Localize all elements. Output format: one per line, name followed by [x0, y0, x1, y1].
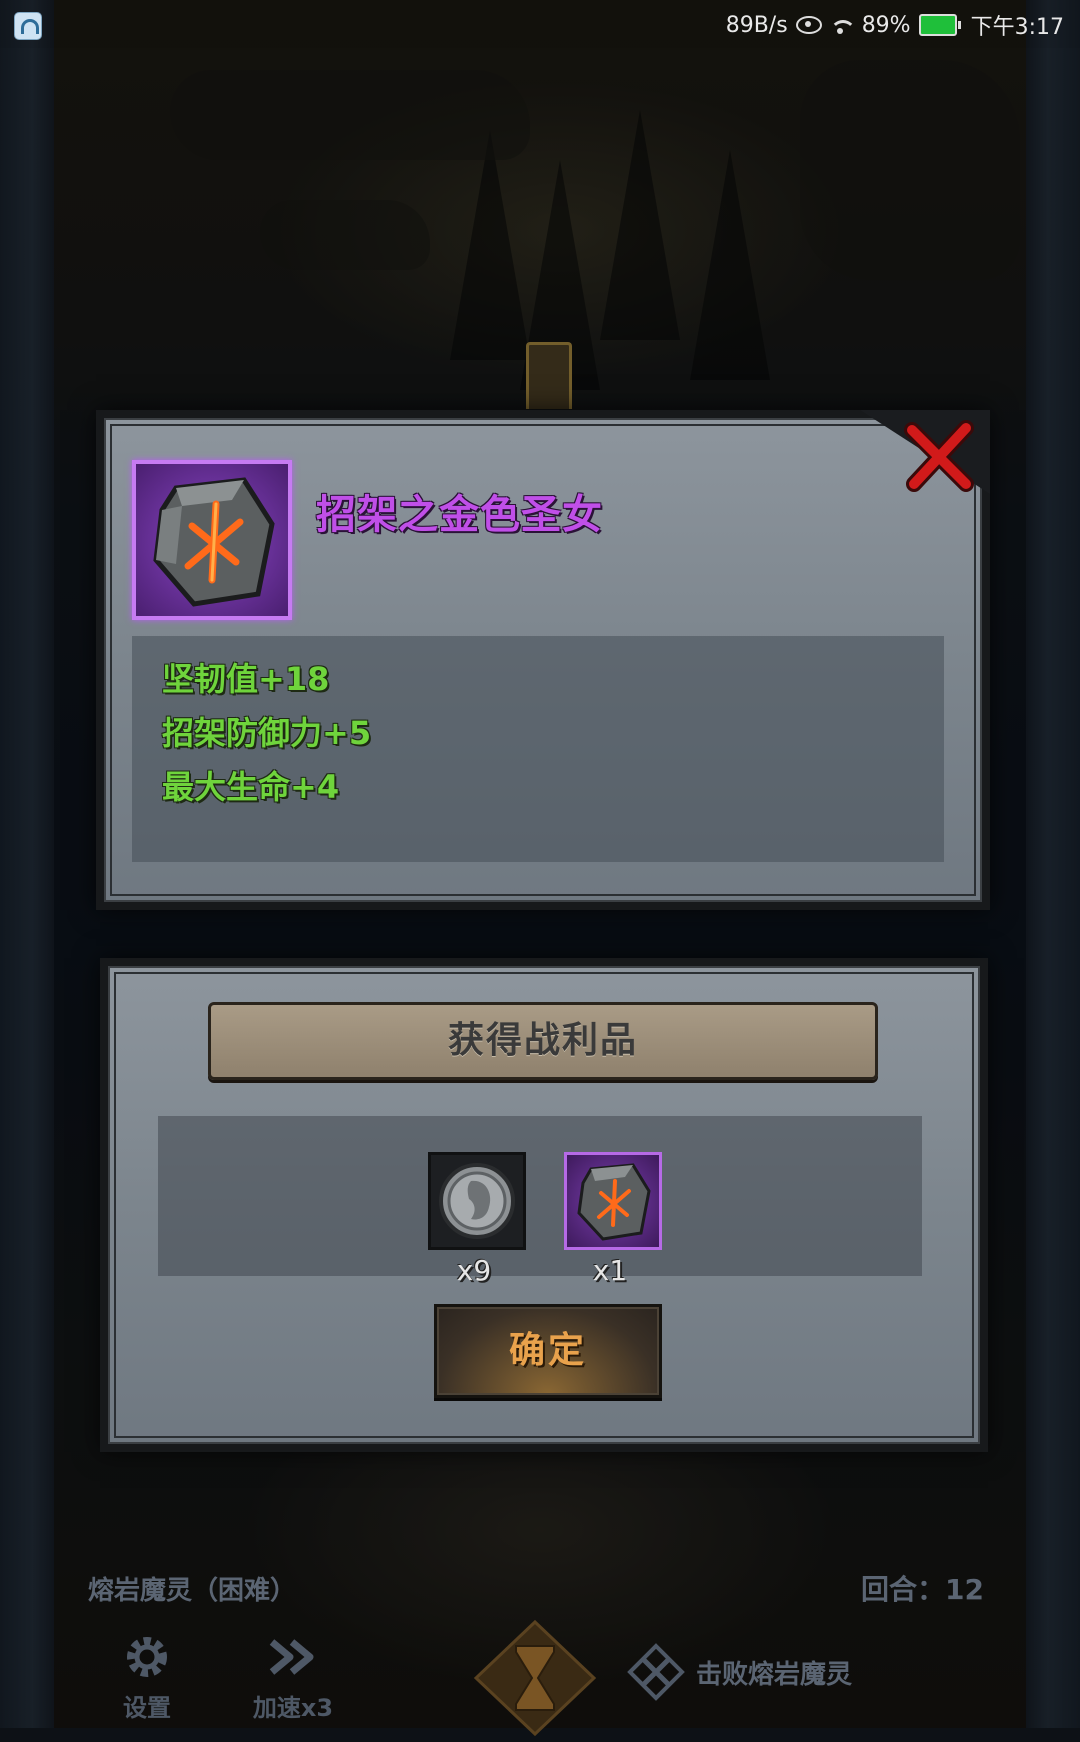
loot-slot-rune[interactable] — [564, 1152, 662, 1250]
item-detail-panel: 招架之金色圣女 坚韧值+18 招架防御力+5 最大生命+4 — [96, 410, 990, 910]
loot-strip — [158, 1116, 922, 1276]
battery-icon — [918, 14, 961, 36]
network-speed: 89B/s — [725, 12, 788, 38]
settings-button[interactable]: 设置 — [92, 1626, 202, 1722]
rune-stone-icon — [153, 477, 275, 607]
confirm-button[interactable]: 确定 — [434, 1304, 662, 1398]
item-icon-frame — [132, 460, 292, 620]
speed-button[interactable]: 加速x3 — [238, 1626, 348, 1722]
stat-parry-defense: 招架防御力+5 — [162, 714, 372, 752]
goal-text: 击败熔岩魔灵 — [696, 1659, 853, 1690]
eye-icon — [795, 16, 822, 34]
battle-info-bar: 熔岩魔灵（困难） 回合：12 — [0, 1566, 1080, 1612]
wifi-icon — [829, 16, 854, 34]
loot-qty-coin: x9 — [456, 1254, 492, 1287]
fast-forward-icon — [269, 1639, 314, 1675]
confirm-label: 确定 — [508, 1330, 587, 1371]
loot-panel: 获得战利品 x9 x1 确定 — [100, 958, 988, 1452]
loot-title: 获得战利品 — [447, 1020, 638, 1061]
stat-toughness: 坚韧值+18 — [162, 660, 330, 698]
battery-percent: 89% — [861, 12, 911, 38]
turn-hourglass-button[interactable] — [470, 1618, 600, 1738]
item-name: 招架之金色圣女 — [316, 492, 603, 538]
round-counter: 回合：12 — [861, 1573, 984, 1606]
close-x-icon — [904, 420, 974, 492]
gear-icon — [127, 1637, 167, 1677]
settings-label: 设置 — [123, 1694, 171, 1722]
boss-name: 熔岩魔灵（困难） — [88, 1576, 297, 1606]
bottom-hud: 设置 加速x3 击败熔岩魔灵 — [0, 1612, 1080, 1737]
stats-box: 坚韧值+18 招架防御力+5 最大生命+4 — [132, 636, 944, 862]
battle-goal: 击败熔岩魔灵 — [626, 1642, 852, 1702]
stat-max-hp: 最大生命+4 — [162, 768, 340, 806]
loot-qty-rune: x1 — [592, 1254, 628, 1287]
clock: 下午3:17 — [970, 15, 1064, 40]
crossed-swords-icon — [627, 1643, 685, 1701]
speed-label: 加速x3 — [252, 1694, 334, 1722]
silver-coin-icon — [439, 1163, 515, 1239]
hourglass-icon — [473, 1619, 597, 1737]
rune-stone-icon — [577, 1163, 651, 1241]
status-bar: 89B/s 89% 下午3:17 — [0, 0, 1080, 48]
loot-slot-coin[interactable] — [428, 1152, 526, 1250]
close-button[interactable] — [900, 418, 978, 494]
app-icon — [14, 12, 42, 40]
loot-title-banner: 获得战利品 — [208, 1002, 878, 1080]
